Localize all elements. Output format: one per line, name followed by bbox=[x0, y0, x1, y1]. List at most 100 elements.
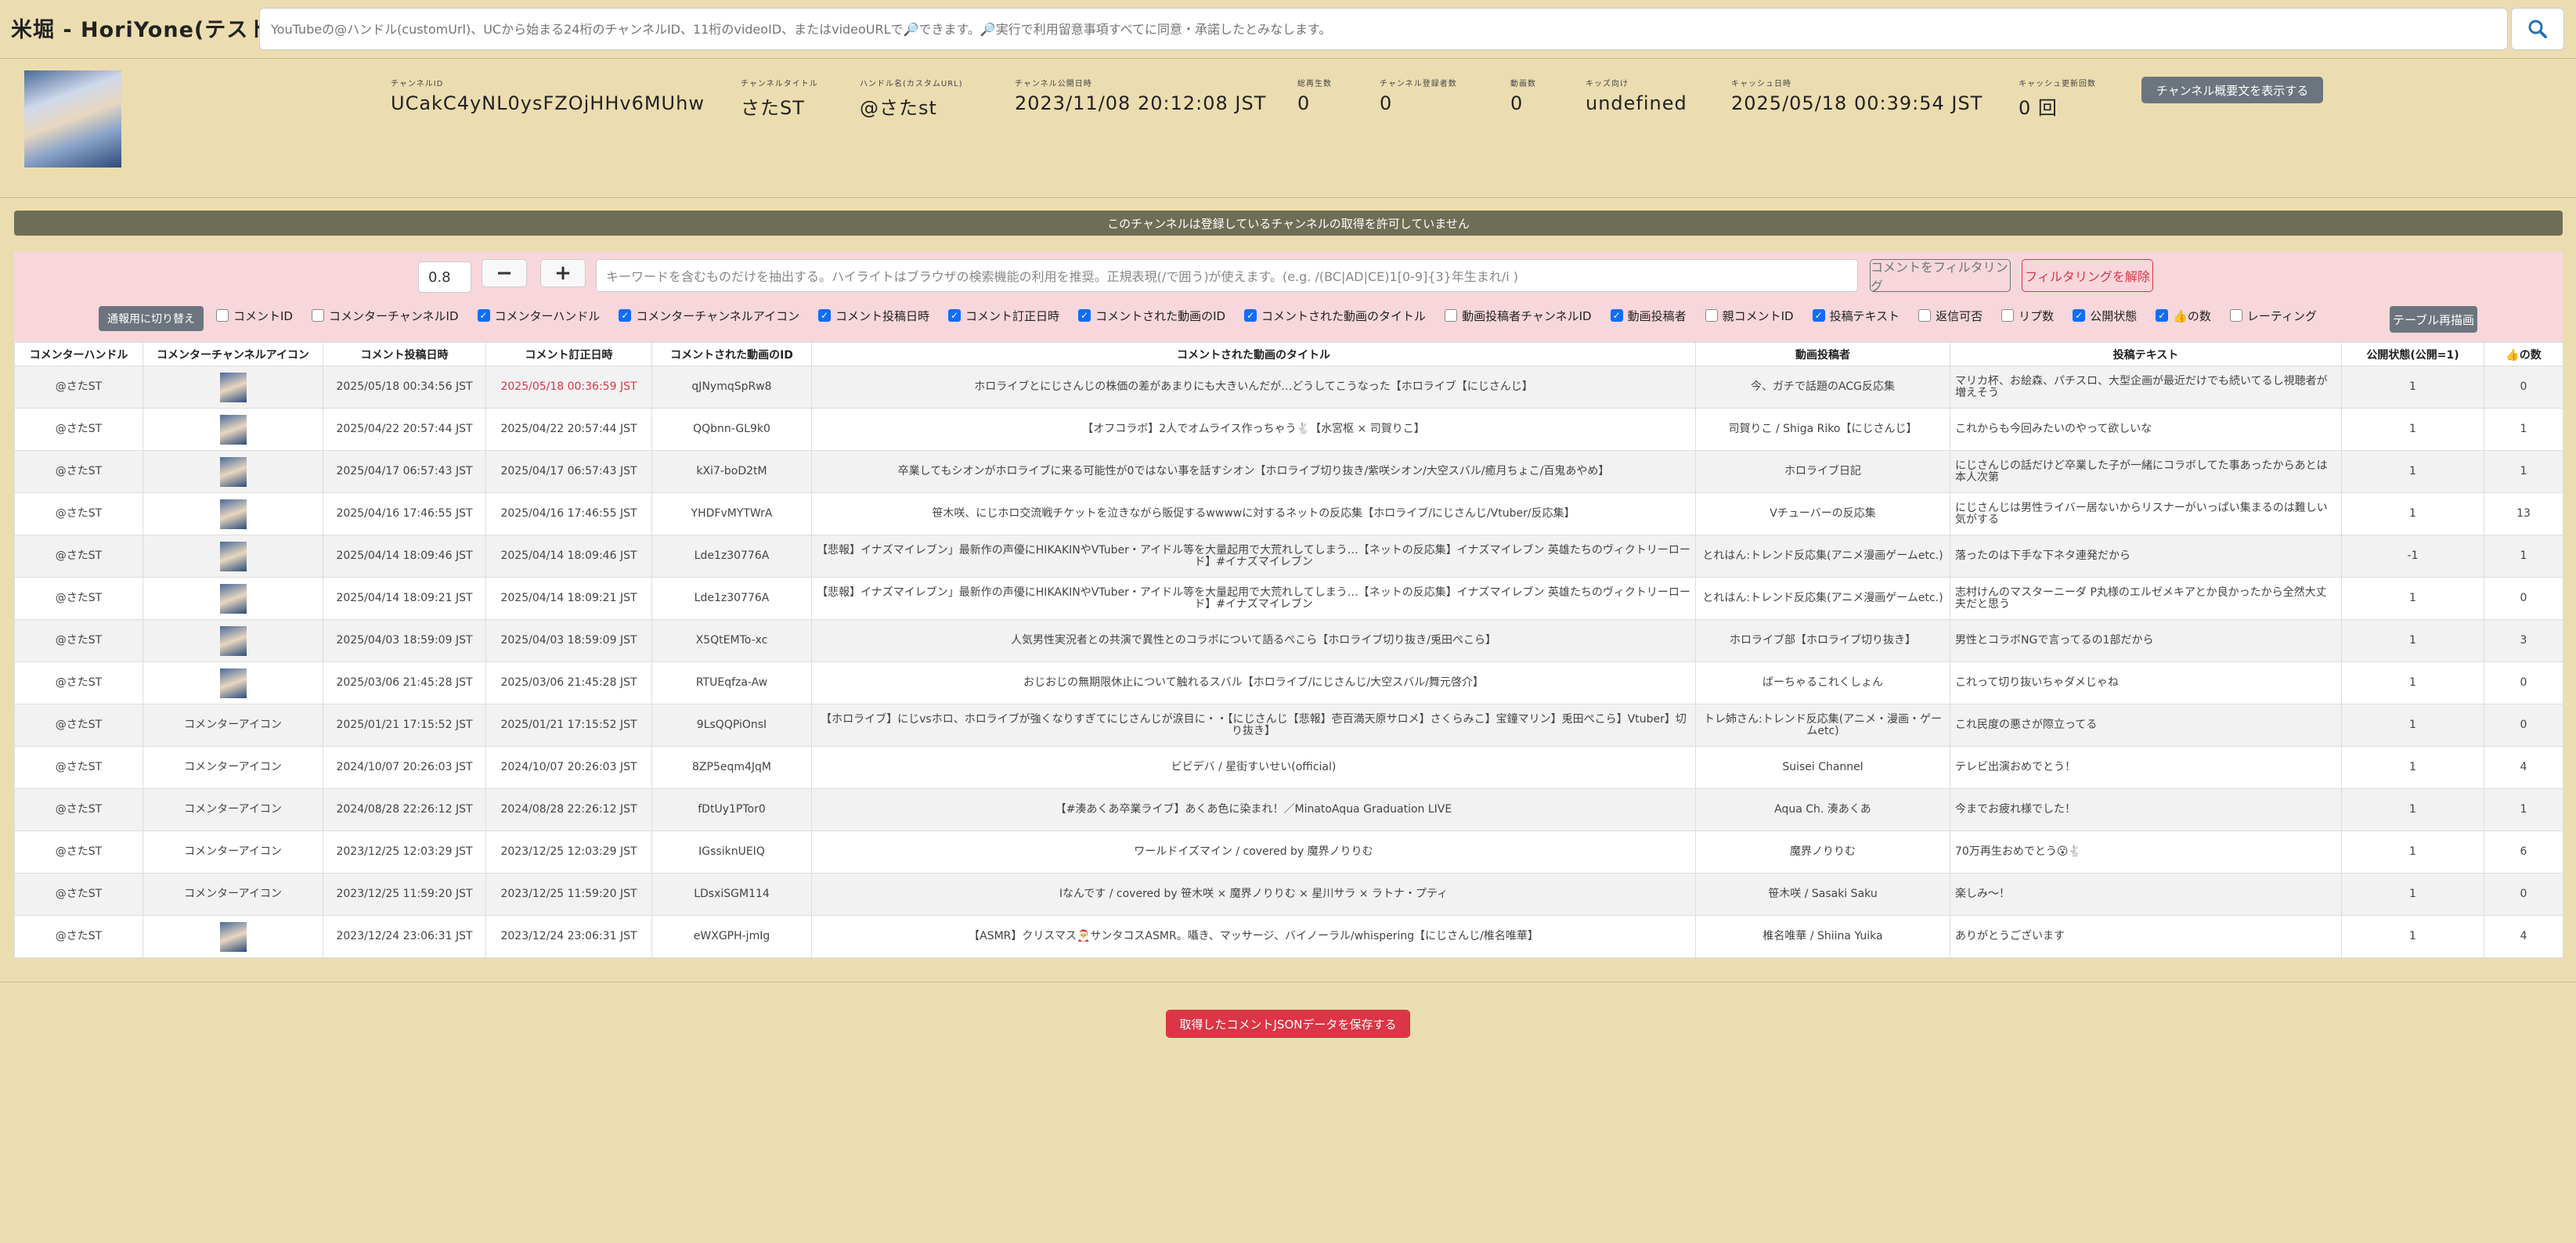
show-description-button[interactable]: チャンネル概要文を表示する bbox=[2141, 77, 2323, 103]
cell-likes: 4 bbox=[2484, 746, 2563, 789]
table-row[interactable]: @さたST コメンターアイコン 2023/12/25 12:03:29 JST 202… bbox=[14, 830, 2563, 874]
plus-button[interactable]: + bbox=[540, 259, 586, 287]
column-checkbox[interactable]: ✓ コメンターハンドル bbox=[477, 308, 600, 324]
checked-box-icon[interactable]: ✓ bbox=[2073, 309, 2086, 322]
checked-box-icon[interactable]: ✓ bbox=[1610, 309, 1623, 322]
checked-box-icon[interactable]: ✓ bbox=[1078, 309, 1091, 322]
table-row[interactable]: @さたST 2025/04/22 20:57:44 JST 2025/04/22 2… bbox=[14, 408, 2563, 451]
unchecked-box-icon[interactable] bbox=[216, 309, 229, 322]
column-checkbox[interactable]: リプ数 bbox=[2001, 308, 2054, 324]
checked-box-icon[interactable]: ✓ bbox=[619, 309, 632, 322]
threshold-input[interactable]: 0.8 bbox=[418, 261, 471, 293]
column-checkbox[interactable]: ✓ 👍の数 bbox=[2156, 308, 2211, 324]
column-checkbox[interactable]: 動画投稿者チャンネルID bbox=[1445, 308, 1592, 324]
column-checkbox[interactable]: コメントID bbox=[216, 308, 293, 324]
column-header[interactable]: コメンターチャンネルアイコン bbox=[143, 342, 323, 366]
column-checkbox[interactable]: レーティング bbox=[2229, 308, 2317, 324]
checked-box-icon[interactable]: ✓ bbox=[948, 309, 961, 322]
column-checkbox[interactable]: ✓ コメンターチャンネルアイコン bbox=[619, 308, 799, 324]
table-row[interactable]: @さたST 2025/04/14 18:09:21 JST 2025/04/14 1… bbox=[14, 577, 2563, 620]
column-checkbox[interactable]: ✓ 公開状態 bbox=[2073, 308, 2137, 324]
cell-video-id: Lde1z30776A bbox=[651, 535, 812, 578]
channel-field: 動画数 0 bbox=[1510, 77, 1536, 114]
report-mode-toggle[interactable]: 通報用に切り替え bbox=[99, 306, 204, 331]
table-row[interactable]: @さたST コメンターアイコン 2024/10/07 20:26:03 JST 202… bbox=[14, 746, 2563, 789]
cell-posted: 2025/01/21 17:15:52 JST bbox=[323, 704, 486, 747]
keyword-input[interactable]: キーワードを含むものだけを抽出する。ハイライトはブラウザの検索機能の利用を推奨。… bbox=[596, 259, 1858, 292]
cell-handle: @さたST bbox=[14, 492, 143, 535]
search-input[interactable] bbox=[259, 8, 2508, 50]
cell-text: これ民度の悪さが際立ってる bbox=[1950, 704, 2342, 747]
unchecked-box-icon[interactable] bbox=[1705, 309, 1718, 322]
checked-box-icon[interactable]: ✓ bbox=[818, 309, 832, 322]
column-checkbox[interactable]: ✓ 投稿テキスト bbox=[1812, 308, 1900, 324]
column-checkbox[interactable]: ✓ コメントされた動画のタイトル bbox=[1244, 308, 1426, 324]
search-button[interactable] bbox=[2511, 8, 2564, 50]
column-header[interactable]: 公開状態(公開=1) bbox=[2341, 342, 2484, 366]
cell-uploader: Aqua Ch. 湊あくあ bbox=[1695, 788, 1950, 831]
table-row[interactable]: @さたST コメンターアイコン 2024/08/28 22:26:12 JST 202… bbox=[14, 788, 2563, 831]
column-checkbox[interactable]: ✓ コメント訂正日時 bbox=[948, 308, 1059, 324]
column-header[interactable]: 投稿テキスト bbox=[1950, 342, 2342, 366]
cell-posted: 2024/08/28 22:26:12 JST bbox=[323, 788, 486, 831]
unchecked-box-icon[interactable] bbox=[1918, 309, 1932, 322]
table-row[interactable]: @さたST 2025/04/16 17:46:55 JST 2025/04/16 1… bbox=[14, 492, 2563, 535]
table-row[interactable]: @さたST 2023/12/24 23:06:31 JST 2023/12/24 2… bbox=[14, 915, 2563, 958]
table-row[interactable]: @さたST 2025/04/14 18:09:46 JST 2025/04/14 1… bbox=[14, 535, 2563, 578]
apply-filter-button[interactable]: コメントをフィルタリング bbox=[1870, 259, 2011, 294]
column-header[interactable]: コメント訂正日時 bbox=[485, 342, 652, 366]
cell-video-id: Lde1z30776A bbox=[651, 577, 812, 620]
column-checkbox[interactable]: ✓ 動画投稿者 bbox=[1610, 308, 1687, 324]
column-checkbox[interactable]: 返信可否 bbox=[1918, 308, 1983, 324]
save-json-button[interactable]: 取得したコメントJSONデータを保存する bbox=[1166, 1010, 1410, 1038]
field-label: キャッシュ日時 bbox=[1731, 80, 1791, 88]
minus-button[interactable]: − bbox=[482, 259, 527, 287]
column-header[interactable]: コメント投稿日時 bbox=[323, 342, 486, 366]
table-row[interactable]: @さたST コメンターアイコン 2023/12/25 11:59:20 JST 202… bbox=[14, 873, 2563, 916]
cell-title: ワールドイズマイン / covered by 魔界ノりりむ bbox=[811, 830, 1696, 874]
table-row[interactable]: @さたST 2025/05/18 00:34:56 JST 2025/05/18 0… bbox=[14, 366, 2563, 409]
checked-box-icon[interactable]: ✓ bbox=[1244, 309, 1257, 322]
broken-image-alt: コメンターアイコン bbox=[184, 719, 282, 731]
comments-table: コメンターハンドル コメンターチャンネルアイコン コメント投稿日時 コメント訂正日時コ… bbox=[14, 342, 2563, 958]
table-row[interactable]: @さたST 2025/04/17 06:57:43 JST 2025/04/17 0… bbox=[14, 450, 2563, 493]
channel-avatar bbox=[24, 70, 121, 168]
table-row[interactable]: @さたST 2025/04/03 18:59:09 JST 2025/04/03 1… bbox=[14, 619, 2563, 662]
column-header[interactable]: 動画投稿者 bbox=[1695, 342, 1950, 366]
unchecked-box-icon[interactable] bbox=[311, 309, 324, 322]
checked-box-icon[interactable]: ✓ bbox=[477, 309, 490, 322]
checked-box-icon[interactable]: ✓ bbox=[2156, 309, 2169, 322]
cell-video-id: 8ZP5eqm4JqM bbox=[651, 746, 812, 789]
column-header[interactable]: コメンターハンドル bbox=[14, 342, 143, 366]
redraw-table-button[interactable]: テーブル再描画 bbox=[2390, 306, 2477, 333]
cell-uploader: 魔界ノりりむ bbox=[1695, 830, 1950, 874]
cell-icon bbox=[143, 619, 323, 662]
column-checkbox[interactable]: ✓ コメントされた動画のID bbox=[1078, 308, 1225, 324]
checked-box-icon[interactable]: ✓ bbox=[1812, 309, 1825, 322]
table-row[interactable]: @さたST 2025/03/06 21:45:28 JST 2025/03/06 2… bbox=[14, 661, 2563, 704]
cell-icon bbox=[143, 535, 323, 578]
cell-posted: 2025/04/03 18:59:09 JST bbox=[323, 619, 486, 662]
column-header[interactable]: 👍の数 bbox=[2484, 342, 2563, 366]
column-checkbox[interactable]: コメンターチャンネルID bbox=[311, 308, 459, 324]
column-checkbox[interactable]: 親コメントID bbox=[1705, 308, 1794, 324]
cell-video-id: eWXGPH-jmIg bbox=[651, 915, 812, 958]
clear-filter-button[interactable]: フィルタリングを解除 bbox=[2022, 259, 2153, 292]
cell-likes: 4 bbox=[2484, 915, 2563, 958]
cell-video-id: IGssiknUEIQ bbox=[651, 830, 812, 874]
cell-handle: @さたST bbox=[14, 704, 143, 747]
unchecked-box-icon[interactable] bbox=[2229, 309, 2242, 322]
channel-field: キャッシュ日時 2025/05/18 00:39:54 JST bbox=[1731, 77, 1983, 114]
cell-public: 1 bbox=[2341, 408, 2484, 451]
column-header[interactable]: コメントされた動画のID bbox=[651, 342, 812, 366]
unchecked-box-icon[interactable] bbox=[1445, 309, 1458, 322]
column-header[interactable]: コメントされた動画のタイトル bbox=[811, 342, 1696, 366]
table-row[interactable]: @さたST コメンターアイコン 2025/01/21 17:15:52 JST 202… bbox=[14, 704, 2563, 747]
cell-public: 1 bbox=[2341, 915, 2484, 958]
cell-handle: @さたST bbox=[14, 915, 143, 958]
field-value: さたST bbox=[741, 97, 805, 119]
cell-posted: 2025/04/14 18:09:21 JST bbox=[323, 577, 486, 620]
cell-uploader: 司賀りこ / Shiga Riko【にじさんじ】 bbox=[1695, 408, 1950, 451]
unchecked-box-icon[interactable] bbox=[2001, 309, 2015, 322]
column-checkbox[interactable]: ✓ コメント投稿日時 bbox=[818, 308, 929, 324]
